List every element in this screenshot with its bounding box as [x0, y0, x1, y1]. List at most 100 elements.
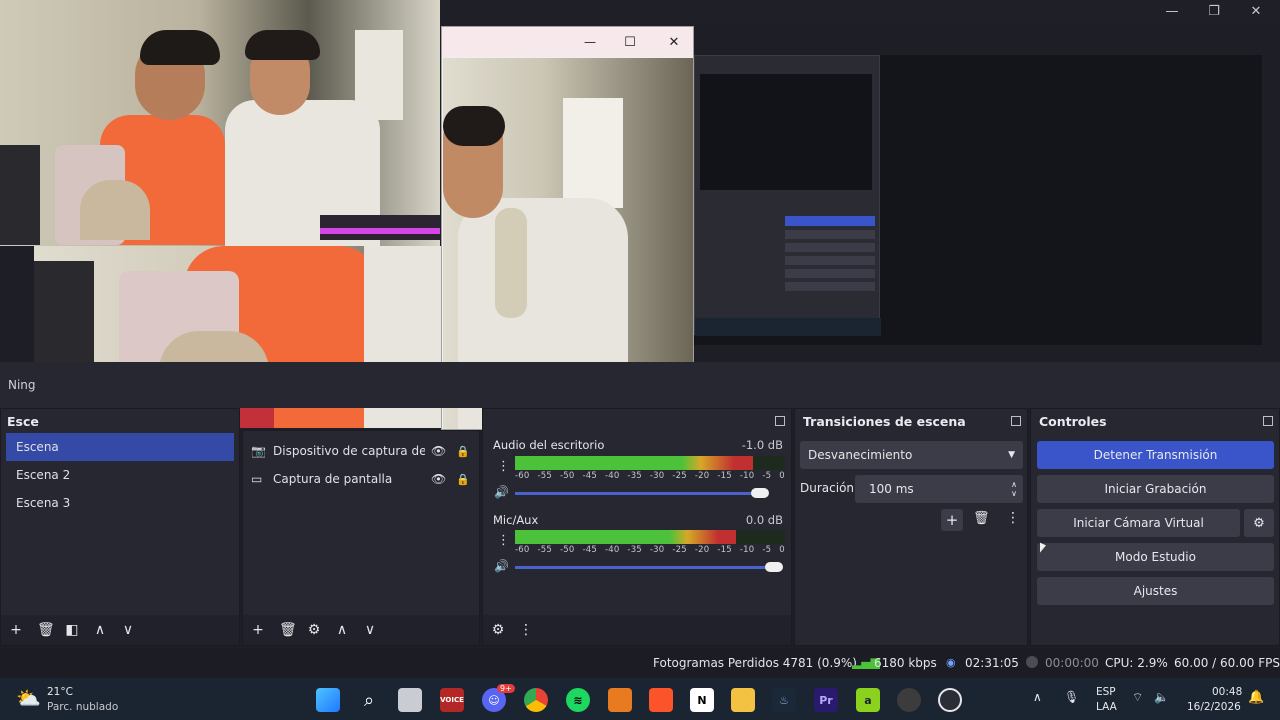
sources-dock: 📷 Dispositivo de captura de v 👁 🔒 ▭ Capt… [242, 430, 480, 646]
eye-icon[interactable]: 👁 [431, 472, 446, 486]
gear-icon: ⚙ [1253, 515, 1265, 531]
filter-icon[interactable]: ◧ [65, 622, 79, 638]
monitor-icon: ▭ [251, 472, 263, 486]
premiere-icon[interactable]: Pr [814, 688, 838, 712]
eye-icon[interactable]: 👁 [431, 444, 446, 458]
kebab-menu-icon[interactable]: ⋮ [1006, 510, 1020, 526]
controls-dock: Controles Detener Transmisión Iniciar Gr… [1030, 408, 1280, 646]
speaker-icon[interactable]: 🔊 [494, 559, 509, 573]
tick-label: -25 [672, 471, 687, 481]
mouse-cursor-icon [1040, 542, 1046, 556]
volume-icon[interactable]: 🔈 [1154, 690, 1169, 704]
float-dock-icon[interactable] [1263, 416, 1273, 426]
language-bottom: LAA [1096, 701, 1117, 713]
virtual-camera-settings-button[interactable]: ⚙ [1244, 509, 1274, 537]
minimize-icon: — [1165, 3, 1179, 19]
clock-date: 16/2/2026 [1187, 701, 1241, 713]
lock-icon[interactable]: 🔒 [456, 473, 470, 486]
meter-scale: -60 -55 -50 -45 -40 -35 -30 -25 -20 -15 -10 -5 0 [515, 471, 785, 481]
transition-select[interactable]: Desvanecimiento ▼ [800, 441, 1023, 469]
gear-icon[interactable]: ⚙ [307, 622, 321, 638]
file-explorer-icon[interactable] [731, 688, 755, 712]
kebab-menu-icon[interactable]: ⋮ [497, 533, 510, 548]
source-item[interactable]: ▭ Captura de pantalla 👁 🔒 [243, 465, 479, 493]
start-virtual-camera-button[interactable]: Iniciar Cámara Virtual [1037, 509, 1240, 537]
obs-icon[interactable] [938, 688, 962, 712]
spin-arrows-icon[interactable]: ∧ ∨ [1011, 480, 1017, 498]
tick-label: -60 [515, 471, 530, 481]
tick-label: 0 [779, 545, 785, 555]
trash-icon[interactable]: 🗑 [279, 622, 297, 638]
move-down-icon[interactable]: ∨ [363, 622, 377, 638]
trash-icon[interactable]: 🗑 [973, 511, 990, 526]
search-icon[interactable]: ⌕ [357, 688, 381, 712]
close-icon: ✕ [668, 34, 680, 50]
speaker-icon[interactable]: 🔊 [494, 485, 509, 499]
kebab-menu-icon[interactable]: ⋮ [497, 459, 510, 474]
volume-slider[interactable] [515, 566, 771, 569]
maximize-button[interactable]: ❐ [1192, 0, 1236, 22]
scene-item[interactable]: Escena 3 [6, 489, 234, 517]
add-icon[interactable]: + [9, 622, 23, 638]
move-up-icon[interactable]: ∧ [335, 622, 349, 638]
channel-db: -1.0 dB [741, 438, 783, 452]
scene-item-label: Escena [16, 440, 59, 454]
weather-icon[interactable]: ⛅ [16, 686, 41, 710]
duration-spinbox[interactable]: 100 ms ∧ ∨ [855, 475, 1023, 503]
audio-meter [515, 530, 785, 544]
task-view-icon[interactable] [398, 688, 422, 712]
add-icon[interactable]: + [251, 622, 265, 638]
volume-slider-knob[interactable] [751, 488, 769, 498]
start-recording-button[interactable]: Iniciar Grabación [1037, 475, 1274, 503]
scenes-toolbar: + 🗑 ◧ ∧ ∨ [1, 615, 239, 645]
voicemeeter-icon[interactable]: VOICE [440, 688, 464, 712]
stream-time: 02:31:05 [965, 656, 1019, 670]
volume-slider-knob[interactable] [765, 562, 783, 572]
app-green-icon[interactable]: a [856, 688, 880, 712]
chevron-up-icon[interactable]: ∧ [1033, 690, 1042, 704]
notion-icon[interactable]: N [690, 688, 714, 712]
tick-label: -10 [739, 545, 755, 555]
nested-preview [700, 74, 872, 190]
stop-stream-button[interactable]: Detener Transmisión [1037, 441, 1274, 469]
fl-studio-icon[interactable] [608, 688, 632, 712]
minimize-button[interactable]: — [1150, 0, 1194, 22]
meter-scale: -60 -55 -50 -45 -40 -35 -30 -25 -20 -15 -10 -5 0 [515, 545, 785, 555]
notification-bell-icon[interactable]: 🔔 [1248, 690, 1264, 705]
chrome-icon[interactable] [524, 688, 548, 712]
brave-icon[interactable] [649, 688, 673, 712]
float-dock-icon[interactable] [1011, 416, 1021, 426]
settings-button[interactable]: Ajustes [1037, 577, 1274, 605]
source-item[interactable]: 📷 Dispositivo de captura de v 👁 🔒 [243, 437, 479, 465]
tick-label: -60 [515, 545, 530, 555]
wifi-icon[interactable]: ⌔ [1132, 690, 1143, 705]
camera-close-button[interactable]: ✕ [662, 31, 686, 53]
steam-icon[interactable]: ♨ [772, 688, 796, 712]
camera-minimize-button[interactable]: — [578, 31, 602, 53]
float-dock-icon[interactable] [775, 416, 785, 426]
spotify-icon[interactable]: ≋ [566, 688, 590, 712]
tick-label: -55 [537, 545, 552, 555]
kebab-menu-icon[interactable]: ⋮ [519, 622, 533, 638]
context-bar [0, 362, 1280, 408]
microphone-icon[interactable]: 🎙 [1064, 690, 1079, 704]
volume-slider[interactable] [515, 492, 761, 495]
advanced-audio-icon[interactable]: ⚙ [491, 622, 505, 638]
controls-dock-header: Controles [1031, 409, 1279, 433]
add-transition-button[interactable]: + [941, 509, 963, 531]
scene-item[interactable]: Escena [6, 433, 234, 461]
camera-maximize-button[interactable]: ☐ [618, 31, 642, 53]
tick-label: -30 [649, 545, 665, 555]
close-button[interactable]: ✕ [1234, 0, 1278, 22]
app-recorder-icon[interactable] [897, 688, 921, 712]
trash-icon[interactable]: 🗑 [37, 622, 55, 638]
scene-item[interactable]: Escena 2 [6, 461, 234, 489]
move-down-icon[interactable]: ∨ [121, 622, 135, 638]
windows-start-icon[interactable] [316, 688, 340, 712]
no-source-label: Ning [8, 378, 36, 392]
lock-icon[interactable]: 🔒 [456, 445, 470, 458]
studio-mode-button[interactable]: Modo Estudio [1037, 543, 1274, 571]
move-up-icon[interactable]: ∧ [93, 622, 107, 638]
tick-label: -35 [627, 545, 642, 555]
channel-db: 0.0 dB [745, 513, 783, 527]
